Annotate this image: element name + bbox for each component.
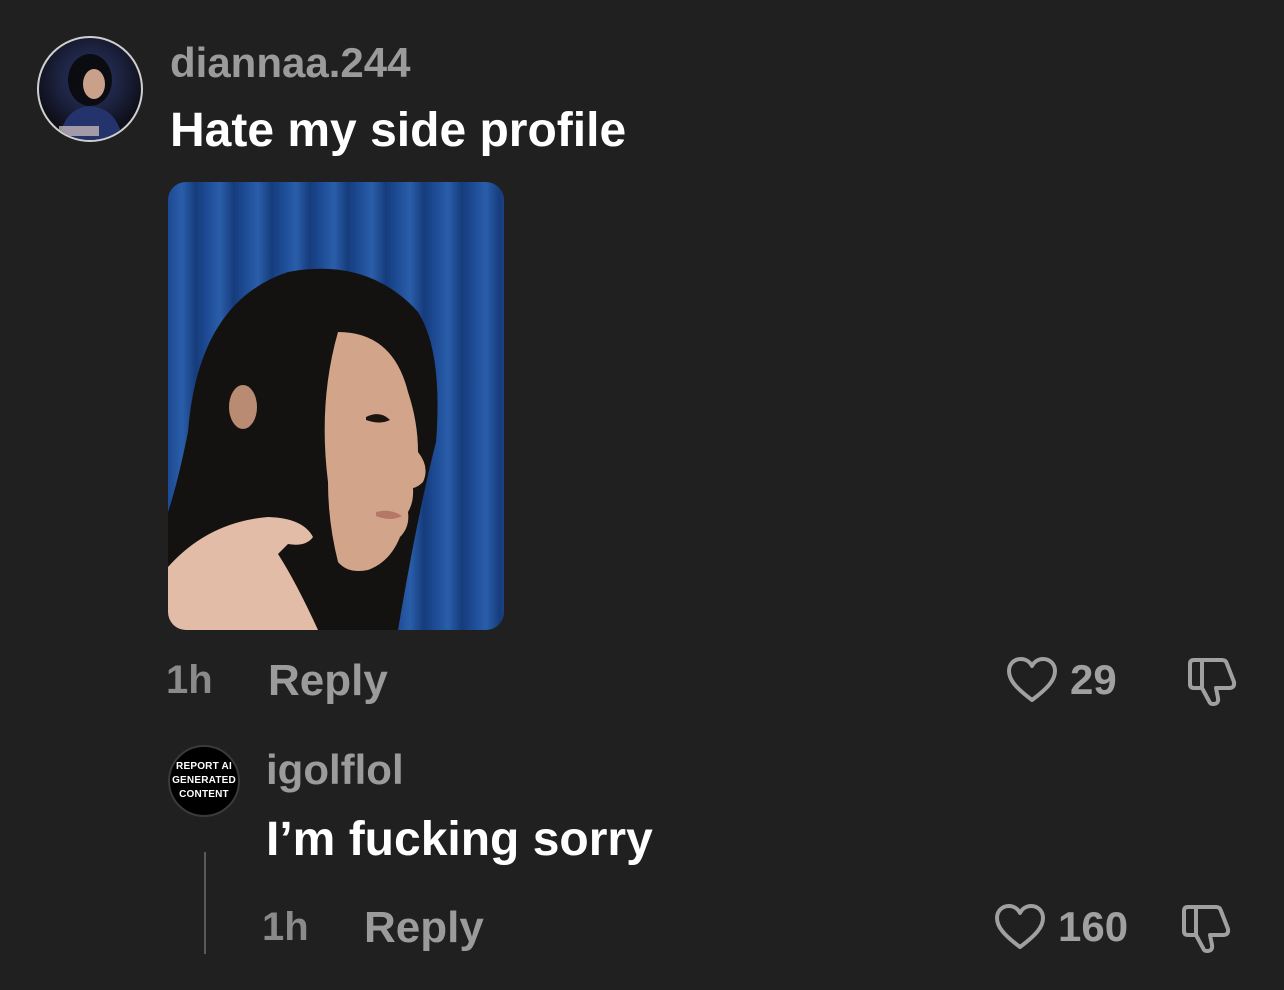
like-count: 29 bbox=[1070, 656, 1117, 703]
avatar[interactable] bbox=[37, 36, 143, 142]
comments-panel: diannaa.244 Hate my side profile 1h Repl… bbox=[0, 0, 1284, 990]
comment-text: I’m fucking sorry bbox=[266, 813, 653, 866]
comment-photo[interactable] bbox=[168, 182, 504, 630]
avatar-label-line: REPORT AI bbox=[176, 761, 232, 772]
like-count: 160 bbox=[1058, 903, 1129, 950]
photo-content bbox=[168, 268, 438, 630]
reply-button[interactable]: Reply bbox=[268, 656, 388, 706]
comment-timestamp: 1h bbox=[166, 658, 213, 702]
comment-text: Hate my side profile bbox=[170, 104, 627, 157]
avatar-label-line: CONTENT bbox=[179, 789, 229, 800]
heart-outline-icon bbox=[995, 904, 1045, 949]
avatar[interactable]: REPORT AI GENERATED CONTENT bbox=[168, 745, 240, 817]
comment-username[interactable]: diannaa.244 bbox=[170, 38, 410, 88]
like-button[interactable]: 160 bbox=[994, 903, 1128, 951]
thread-line bbox=[204, 852, 206, 954]
reply-button[interactable]: Reply bbox=[364, 903, 484, 953]
thumbs-down-outline-icon bbox=[1188, 658, 1237, 706]
comment-timestamp: 1h bbox=[262, 905, 309, 949]
dislike-button[interactable] bbox=[1178, 903, 1232, 960]
like-button[interactable]: 29 bbox=[1006, 656, 1117, 704]
avatar-photo bbox=[59, 54, 123, 140]
heart-outline-icon bbox=[1007, 657, 1057, 702]
thumbs-down-outline-icon bbox=[1182, 905, 1231, 953]
avatar-label-line: GENERATED bbox=[172, 775, 236, 786]
comment-username[interactable]: igolflol bbox=[266, 745, 404, 795]
dislike-button[interactable] bbox=[1184, 656, 1238, 713]
